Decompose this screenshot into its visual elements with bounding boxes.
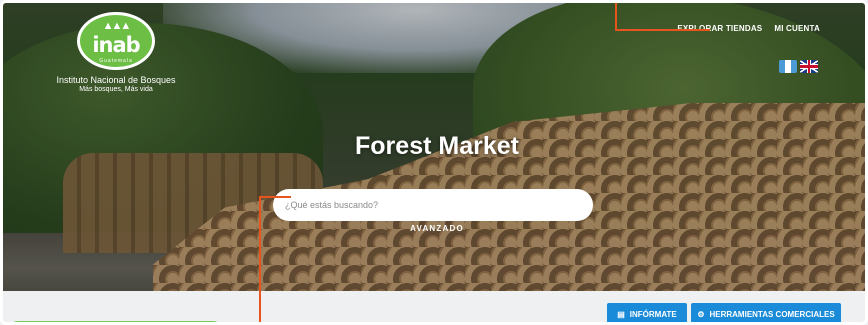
page-frame: ▲▲▲ inab Guatemala Instituto Nacional de… [0, 0, 868, 325]
logo-wordmark: inab [92, 33, 140, 57]
green-outline-element[interactable] [8, 321, 223, 322]
logo-tagline: Más bosques, Más vida [79, 86, 153, 93]
guatemala-flag-icon[interactable] [779, 60, 797, 73]
inab-logo[interactable]: ▲▲▲ inab Guatemala Instituto Nacional de… [41, 12, 191, 98]
logo-country: Guatemala [99, 58, 133, 64]
nav-my-account[interactable]: MI CUENTA [774, 24, 820, 33]
annotation-line [615, 29, 710, 31]
annotation-line [259, 196, 291, 198]
commercial-tools-button[interactable]: ⚙ HERRAMIENTAS COMERCIALES [691, 303, 841, 322]
search-input[interactable] [273, 189, 593, 221]
hero-banner: ▲▲▲ inab Guatemala Instituto Nacional de… [3, 3, 865, 291]
info-button-label: INFÓRMATE [629, 309, 677, 319]
page-title: Forest Market [355, 132, 519, 160]
logo-badge: ▲▲▲ inab Guatemala [77, 12, 155, 70]
info-button[interactable]: ▤ INFÓRMATE [607, 303, 687, 322]
newspaper-icon: ▤ [617, 309, 625, 319]
advanced-search-link[interactable]: AVANZADO [3, 224, 865, 233]
annotation-line [615, 3, 617, 30]
language-switcher [779, 60, 818, 73]
commercial-tools-label: HERRAMIENTAS COMERCIALES [709, 309, 835, 319]
gear-icon: ⚙ [697, 309, 705, 319]
logo-name: Instituto Nacional de Bosques [56, 75, 176, 85]
tree-icon: ▲▲▲ [102, 20, 132, 32]
annotation-line [259, 196, 261, 322]
uk-flag-icon[interactable] [800, 60, 818, 73]
